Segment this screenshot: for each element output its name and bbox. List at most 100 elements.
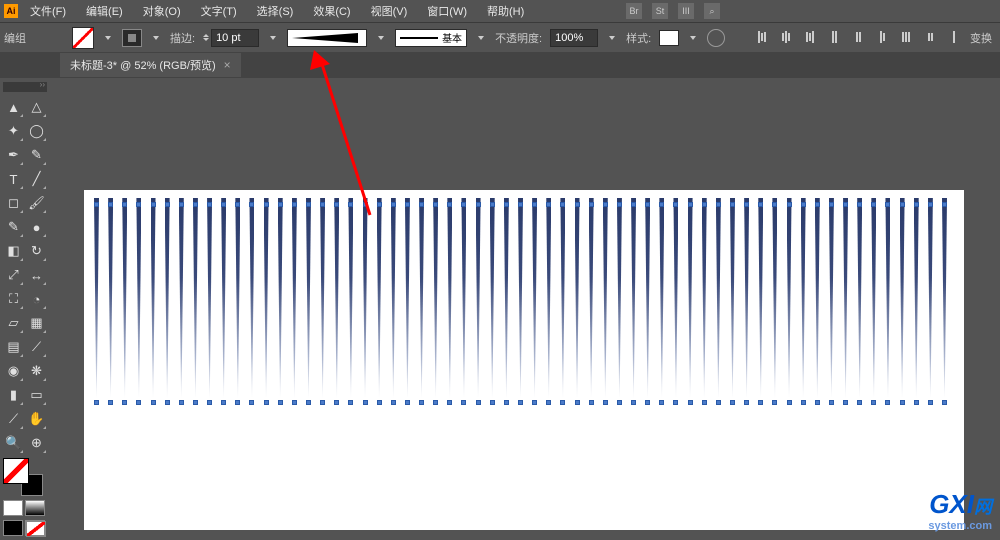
anchor-point[interactable] [900,202,905,207]
menu-effect[interactable]: 效果(C) [307,1,356,21]
anchor-point[interactable] [688,400,693,405]
anchor-point[interactable] [461,400,466,405]
anchor-point[interactable] [377,400,382,405]
anchor-point[interactable] [476,400,481,405]
anchor-point[interactable] [363,202,368,207]
anchor-point[interactable] [151,400,156,405]
add-anchor-tool[interactable]: ✎ [26,144,47,166]
anchor-point[interactable] [744,202,749,207]
canvas[interactable] [84,190,964,530]
anchor-point[interactable] [631,400,636,405]
transform-label[interactable]: 变换 [970,30,992,46]
magic-wand-tool[interactable]: ✦ [3,120,24,142]
anchor-point[interactable] [546,400,551,405]
pen-tool[interactable]: ✒ [3,144,24,166]
rotate-tool[interactable]: ↻ [26,240,47,262]
zoom2-tool[interactable]: ⊕ [26,432,47,454]
anchor-point[interactable] [348,202,353,207]
anchor-point[interactable] [688,202,693,207]
anchor-point[interactable] [306,400,311,405]
eyedropper-tool[interactable]: ⟋ [26,336,47,358]
anchor-point[interactable] [772,400,777,405]
pencil-tool[interactable]: ✎ [3,216,24,238]
anchor-point[interactable] [504,400,509,405]
lasso-tool[interactable]: ◯ [26,120,47,142]
align-top-icon[interactable] [826,30,842,44]
align-left-icon[interactable] [754,30,770,44]
anchor-point[interactable] [560,202,565,207]
anchor-point[interactable] [490,400,495,405]
direct-selection-tool[interactable]: △ [26,96,47,118]
anchor-point[interactable] [419,400,424,405]
align-vcenter-icon[interactable] [850,30,866,44]
anchor-point[interactable] [292,202,297,207]
brush-profile-dropdown[interactable] [375,31,387,45]
stroke-stepper[interactable] [203,29,259,47]
fill-swatch[interactable] [72,27,94,49]
anchor-point[interactable] [264,400,269,405]
menu-object[interactable]: 对象(O) [137,1,187,21]
style-dropdown[interactable] [687,31,699,45]
anchor-point[interactable] [249,400,254,405]
column-graph-tool[interactable]: ▮ [3,384,24,406]
anchor-point[interactable] [617,202,622,207]
anchor-point[interactable] [334,400,339,405]
anchor-point[interactable] [857,400,862,405]
anchor-point[interactable] [108,400,113,405]
anchor-point[interactable] [136,202,141,207]
artboard-tool[interactable]: ▭ [26,384,47,406]
anchor-point[interactable] [787,400,792,405]
anchor-point[interactable] [363,400,368,405]
anchor-point[interactable] [560,400,565,405]
draw-normal-icon[interactable] [3,520,23,536]
anchor-point[interactable] [391,202,396,207]
anchor-point[interactable] [575,202,580,207]
anchor-point[interactable] [801,400,806,405]
anchor-point[interactable] [292,400,297,405]
none-mode-icon[interactable] [25,520,45,536]
stroke-swatch-dropdown[interactable] [150,31,162,45]
width-tool[interactable]: ↔ [26,264,47,286]
anchor-point[interactable] [942,202,947,207]
stock-icon[interactable]: St [652,3,668,19]
anchor-point[interactable] [659,202,664,207]
anchor-point[interactable] [631,202,636,207]
line-tool[interactable]: ╱ [26,168,47,190]
anchor-point[interactable] [249,202,254,207]
anchor-point[interactable] [235,202,240,207]
fill-dropdown[interactable] [102,31,114,45]
gradient-mode-icon[interactable] [25,500,45,516]
anchor-point[interactable] [843,400,848,405]
anchor-point[interactable] [306,202,311,207]
anchor-point[interactable] [673,202,678,207]
fill-stroke-swatches[interactable] [3,458,47,496]
anchor-point[interactable] [673,400,678,405]
style-swatch[interactable] [659,30,679,46]
anchor-point[interactable] [221,400,226,405]
anchor-point[interactable] [207,400,212,405]
mesh-tool[interactable]: ▦ [26,312,47,334]
anchor-point[interactable] [419,202,424,207]
anchor-point[interactable] [221,202,226,207]
anchor-point[interactable] [659,400,664,405]
align-hcenter-icon[interactable] [778,30,794,44]
anchor-point[interactable] [645,400,650,405]
anchor-point[interactable] [193,400,198,405]
anchor-point[interactable] [108,202,113,207]
anchor-point[interactable] [433,202,438,207]
anchor-point[interactable] [264,202,269,207]
anchor-point[interactable] [928,400,933,405]
anchor-point[interactable] [136,400,141,405]
anchor-point[interactable] [122,202,127,207]
anchor-point[interactable] [320,400,325,405]
arrange-icon[interactable]: III [678,3,694,19]
menu-type[interactable]: 文字(T) [195,1,243,21]
menu-file[interactable]: 文件(F) [24,1,72,21]
color-mode-icon[interactable] [3,500,23,516]
anchor-point[interactable] [603,202,608,207]
anchor-point[interactable] [730,202,735,207]
perspective-tool[interactable]: ▱ [3,312,24,334]
anchor-point[interactable] [772,202,777,207]
menu-window[interactable]: 窗口(W) [421,1,473,21]
tab-close-icon[interactable]: × [224,58,231,72]
